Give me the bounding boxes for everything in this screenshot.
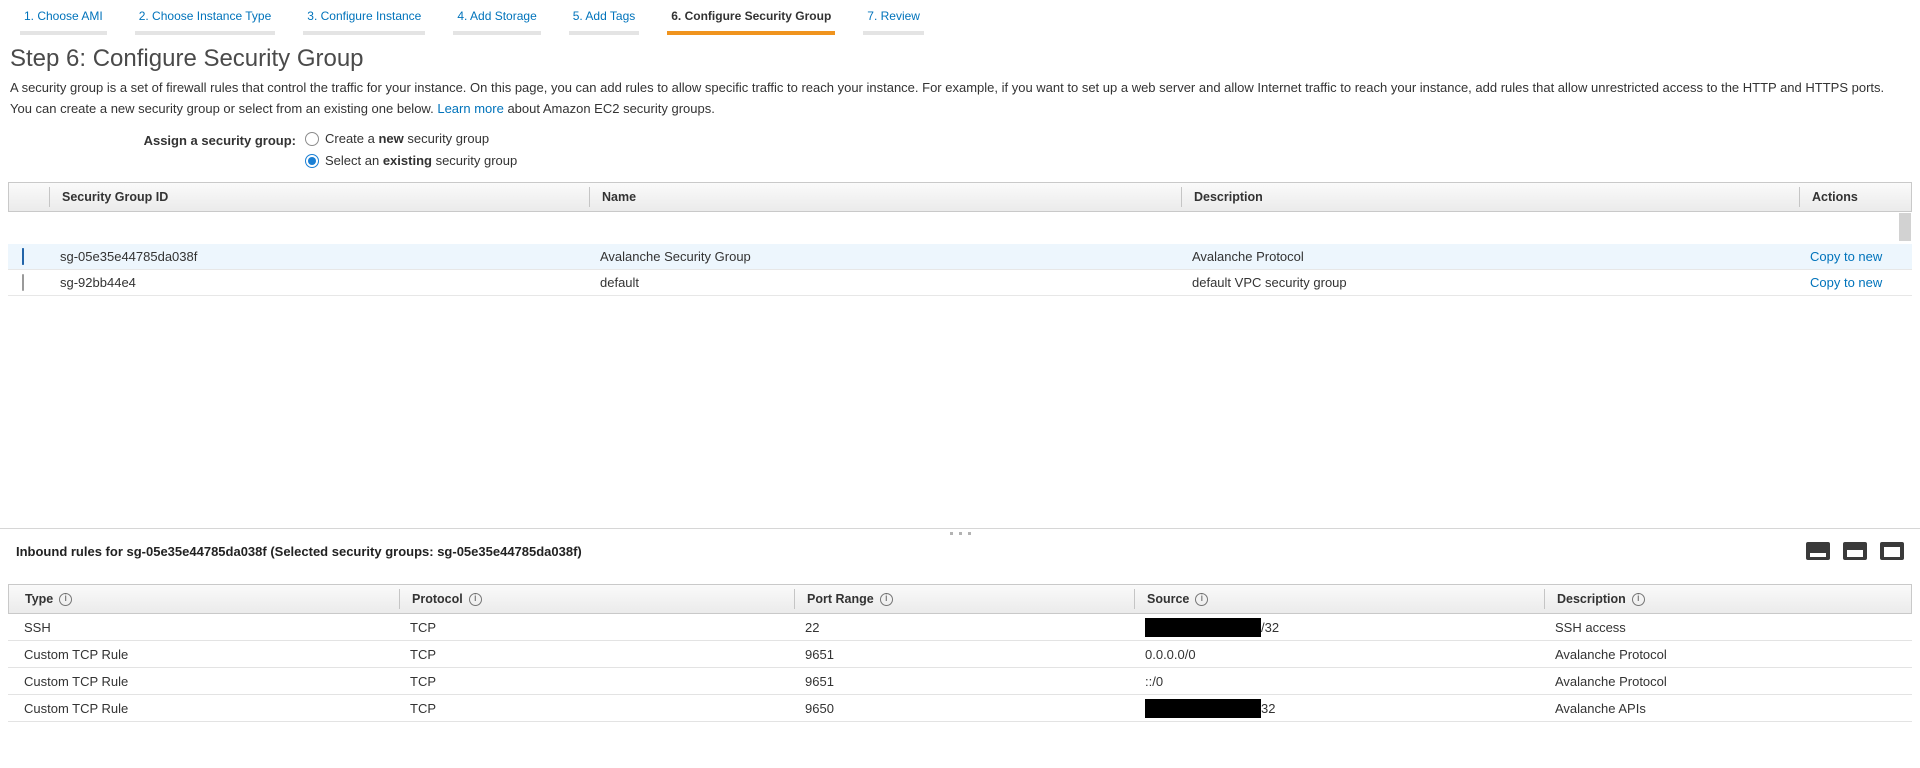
radio-select-existing-label: Select an existing security group: [325, 153, 517, 168]
sg-id: sg-92bb44e4: [48, 275, 588, 290]
radio-button-selected-icon[interactable]: [305, 154, 319, 168]
inbound-rules-header-bar: Inbound rules for sg-05e35e44785da038f (…: [0, 540, 1920, 560]
intro-text: A security group is a set of firewall ru…: [10, 77, 1908, 119]
table-row-default-sg[interactable]: sg-92bb44e4 default default VPC security…: [8, 270, 1912, 296]
redacted-source-block: [1145, 618, 1261, 637]
wizard-tabs: 1. Choose AMI 2. Choose Instance Type 3.…: [0, 0, 1920, 35]
col-description: Descriptioni: [1544, 589, 1911, 609]
rule-description: Avalanche Protocol: [1543, 674, 1912, 689]
copy-to-new-link[interactable]: Copy to new: [1810, 275, 1882, 290]
rule-protocol: TCP: [398, 620, 793, 635]
col-security-group-id: Security Group ID: [49, 187, 589, 207]
radio-select-existing-group[interactable]: Select an existing security group: [305, 153, 517, 168]
sg-name: default: [588, 275, 1180, 290]
rule-protocol: TCP: [398, 647, 793, 662]
inbound-rule-row: Custom TCP Rule TCP 9651 0.0.0.0/0 Avala…: [8, 641, 1912, 668]
col-port-range: Port Rangei: [794, 589, 1134, 609]
table-scrollbar[interactable]: [1899, 213, 1911, 241]
security-groups-table: Security Group ID Name Description Actio…: [8, 182, 1912, 528]
rule-source: 32: [1133, 699, 1543, 718]
col-protocol: Protocoli: [399, 589, 794, 609]
rule-type: Custom TCP Rule: [8, 701, 398, 716]
tab-add-tags[interactable]: 5. Add Tags: [569, 9, 640, 35]
drag-dot-icon: [959, 532, 962, 535]
rule-port-range: 9651: [793, 647, 1133, 662]
pane-size-controls: [1806, 542, 1904, 560]
checkbox-checked-icon[interactable]: [22, 248, 24, 265]
inbound-rule-row: SSH TCP 22 /32 SSH access: [8, 614, 1912, 641]
intro-before: A security group is a set of firewall ru…: [10, 80, 1884, 116]
info-icon[interactable]: i: [1195, 593, 1208, 606]
inbound-rule-row: Custom TCP Rule TCP 9650 32 Avalanche AP…: [8, 695, 1912, 722]
learn-more-link[interactable]: Learn more: [437, 101, 503, 116]
rule-port-range: 9650: [793, 701, 1133, 716]
info-icon[interactable]: i: [880, 593, 893, 606]
rule-description: Avalanche APIs: [1543, 701, 1912, 716]
col-source: Sourcei: [1134, 589, 1544, 609]
inbound-rules-table: Typei Protocoli Port Rangei Sourcei Desc…: [8, 584, 1912, 722]
assign-security-group-form: Assign a security group: Create a new se…: [0, 131, 1920, 168]
info-icon[interactable]: i: [1632, 593, 1645, 606]
sg-description: Avalanche Protocol: [1180, 249, 1798, 264]
rule-type: Custom TCP Rule: [8, 674, 398, 689]
info-icon[interactable]: i: [59, 593, 72, 606]
sg-description: default VPC security group: [1180, 275, 1798, 290]
rule-protocol: TCP: [398, 701, 793, 716]
tab-choose-ami[interactable]: 1. Choose AMI: [20, 9, 107, 35]
rule-description: Avalanche Protocol: [1543, 647, 1912, 662]
rule-source: /32: [1133, 618, 1543, 637]
inbound-rules-title: Inbound rules for sg-05e35e44785da038f (…: [16, 544, 582, 559]
pane-minimize-icon[interactable]: [1806, 542, 1830, 560]
inbound-rule-row: Custom TCP Rule TCP 9651 ::/0 Avalanche …: [8, 668, 1912, 695]
drag-dot-icon: [968, 532, 971, 535]
tab-choose-instance-type[interactable]: 2. Choose Instance Type: [135, 9, 276, 35]
col-name: Name: [589, 187, 1181, 207]
radio-create-new-group[interactable]: Create a new security group: [305, 131, 517, 146]
tab-configure-security-group[interactable]: 6. Configure Security Group: [667, 9, 835, 35]
tab-review[interactable]: 7. Review: [863, 9, 924, 35]
rule-port-range: 9651: [793, 674, 1133, 689]
select-all-column: [9, 187, 49, 207]
security-groups-table-header: Security Group ID Name Description Actio…: [8, 182, 1912, 212]
tab-add-storage[interactable]: 4. Add Storage: [453, 9, 540, 35]
col-actions: Actions: [1799, 187, 1911, 207]
pane-resize-handle[interactable]: [0, 528, 1920, 540]
info-icon[interactable]: i: [469, 593, 482, 606]
copy-to-new-link[interactable]: Copy to new: [1810, 249, 1882, 264]
redacted-source-block: [1145, 699, 1261, 718]
pane-maximize-icon[interactable]: [1880, 542, 1904, 560]
assign-security-group-label: Assign a security group:: [0, 131, 305, 168]
col-description: Description: [1181, 187, 1799, 207]
inbound-rules-table-header: Typei Protocoli Port Rangei Sourcei Desc…: [8, 584, 1912, 614]
drag-dot-icon: [950, 532, 953, 535]
rule-source: ::/0: [1133, 674, 1543, 689]
rule-description: SSH access: [1543, 620, 1912, 635]
radio-create-new-label: Create a new security group: [325, 131, 489, 146]
rule-type: SSH: [8, 620, 398, 635]
page-title: Step 6: Configure Security Group: [10, 45, 1920, 73]
rule-port-range: 22: [793, 620, 1133, 635]
col-type: Typei: [9, 589, 399, 609]
rule-type: Custom TCP Rule: [8, 647, 398, 662]
rule-protocol: TCP: [398, 674, 793, 689]
table-row-avalanche-sg[interactable]: sg-05e35e44785da038f Avalanche Security …: [8, 244, 1912, 270]
radio-button-icon[interactable]: [305, 132, 319, 146]
pane-split-icon[interactable]: [1843, 542, 1867, 560]
security-groups-table-body: sg-05e35e44785da038f Avalanche Security …: [8, 212, 1912, 528]
intro-after: about Amazon EC2 security groups.: [507, 101, 714, 116]
sg-name: Avalanche Security Group: [588, 249, 1180, 264]
checkbox-unchecked-icon[interactable]: [22, 274, 24, 291]
tab-configure-instance[interactable]: 3. Configure Instance: [303, 9, 425, 35]
rule-source: 0.0.0.0/0: [1133, 647, 1543, 662]
sg-id: sg-05e35e44785da038f: [48, 249, 588, 264]
